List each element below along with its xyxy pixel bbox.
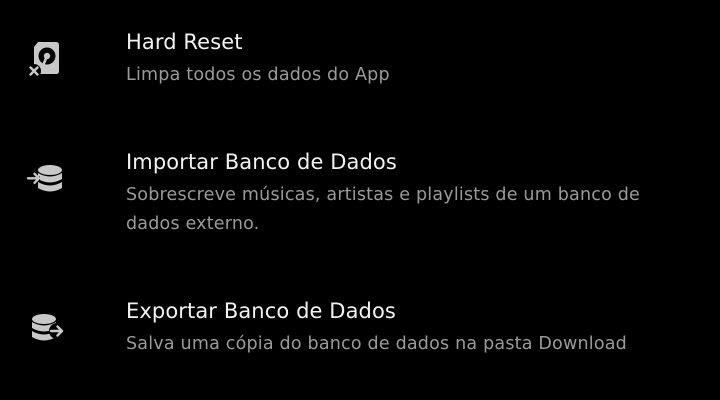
sd-card-reset-icon xyxy=(26,38,66,78)
export-database-item[interactable]: Exportar Banco de Dados Salva uma cópia … xyxy=(0,297,720,377)
export-database-description: Salva uma cópia do banco de dados na pas… xyxy=(126,334,627,354)
hard-reset-description: Limpa todos os dados do App xyxy=(126,65,390,85)
import-database-title: Importar Banco de Dados xyxy=(126,150,397,174)
settings-list: Hard Reset Limpa todos os dados do App I… xyxy=(0,0,720,400)
hard-reset-item[interactable]: Hard Reset Limpa todos os dados do App xyxy=(0,28,720,108)
database-import-icon xyxy=(26,160,66,200)
export-database-text: Exportar Banco de Dados Salva uma cópia … xyxy=(126,297,680,359)
import-database-item[interactable]: Importar Banco de Dados Sobrescreve músi… xyxy=(0,148,720,258)
database-export-icon xyxy=(26,309,66,349)
hard-reset-title: Hard Reset xyxy=(126,30,243,54)
import-database-text: Importar Banco de Dados Sobrescreve músi… xyxy=(126,148,680,239)
import-database-description: Sobrescreve músicas, artistas e playlist… xyxy=(126,185,641,234)
hard-reset-text: Hard Reset Limpa todos os dados do App xyxy=(126,28,680,90)
export-database-title: Exportar Banco de Dados xyxy=(126,299,396,323)
